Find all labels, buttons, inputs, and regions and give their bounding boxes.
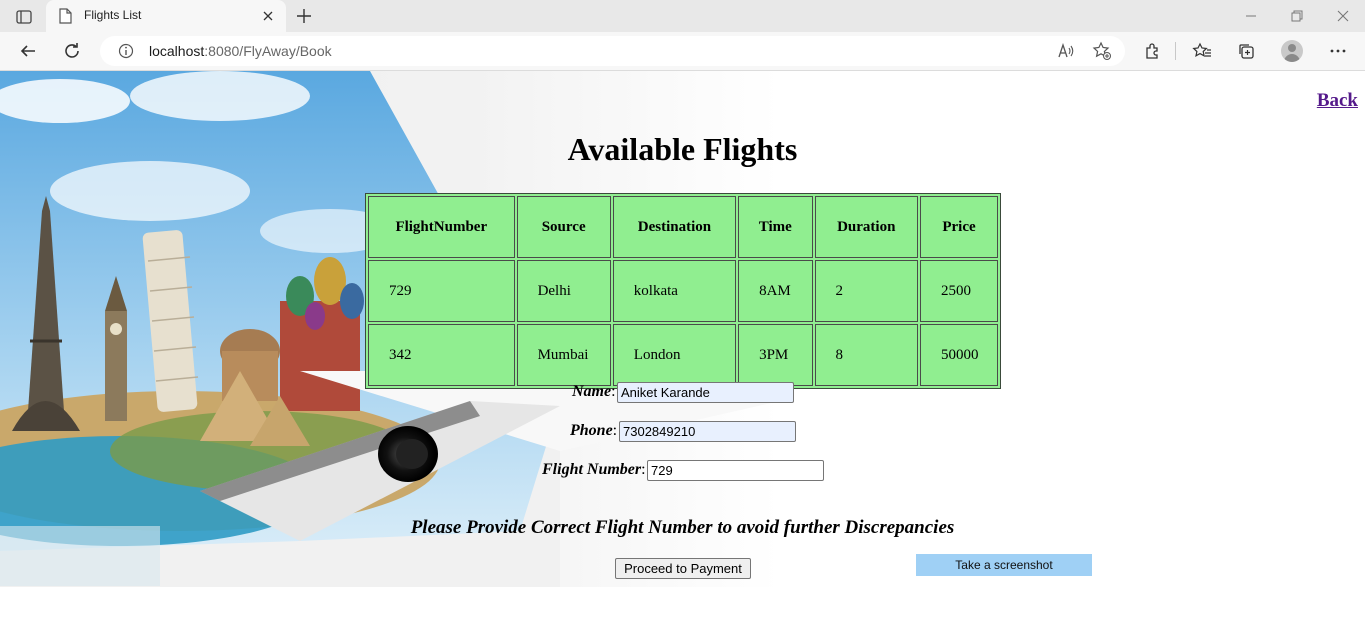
page-content: Back Available Flights FlightNumber Sour… [0,71,1365,639]
more-menu-icon[interactable] [1328,41,1348,61]
extensions-icon[interactable] [1143,41,1163,61]
column-header: FlightNumber [368,196,515,258]
table-cell: 8 [814,324,919,386]
table-cell: 8AM [738,260,813,322]
phone-input[interactable] [619,421,796,442]
column-header: Destination [612,196,737,258]
close-tab-icon[interactable] [260,8,276,24]
table-cell: Mumbai [516,324,611,386]
table-cell: 342 [368,324,515,386]
tab-actions-icon[interactable] [10,6,38,28]
table-cell: 2500 [920,260,998,322]
close-window-icon[interactable] [1335,8,1351,24]
toolbar-separator [1175,42,1176,60]
add-favorite-icon[interactable] [1092,41,1112,61]
table-cell: 2 [814,260,919,322]
collections-icon[interactable] [1236,41,1256,61]
profile-avatar[interactable] [1281,40,1303,62]
back-arrow-icon[interactable] [18,41,38,61]
flight-number-label: Flight Number: [542,461,646,478]
table-cell: 3PM [738,324,813,386]
url-text[interactable]: localhost:8080/FlyAway/Book [149,43,332,59]
browser-tab[interactable]: Flights List [46,0,286,32]
table-header-row: FlightNumber Source Destination Time Dur… [368,196,998,258]
table-cell: 50000 [920,324,998,386]
minimize-icon[interactable] [1243,8,1259,24]
page-title: Available Flights [567,131,798,167]
read-aloud-icon[interactable] [1056,41,1076,61]
browser-toolbar: localhost:8080/FlyAway/Book [0,32,1365,71]
table-cell: 729 [368,260,515,322]
name-input[interactable] [617,382,794,403]
discrepancy-note: Please Provide Correct Flight Number to … [410,517,955,538]
table-cell: London [612,324,737,386]
table-row: 342 Mumbai London 3PM 8 50000 [368,324,998,386]
flights-table: FlightNumber Source Destination Time Dur… [365,193,1001,389]
back-link[interactable]: Back [1317,90,1358,112]
phone-label: Phone: [570,422,618,439]
refresh-icon[interactable] [62,41,82,61]
column-header: Duration [814,196,919,258]
column-header: Time [738,196,813,258]
take-screenshot-button[interactable]: Take a screenshot [916,554,1092,576]
tab-title: Flights List [84,8,142,22]
site-info-icon[interactable] [118,43,134,64]
favorites-icon[interactable] [1192,41,1212,61]
flight-number-input[interactable] [647,460,824,481]
page-icon [58,8,72,29]
column-header: Source [516,196,611,258]
table-cell: Delhi [516,260,611,322]
browser-titlebar: Flights List [0,0,1365,32]
column-header: Price [920,196,998,258]
new-tab-icon[interactable] [294,6,316,26]
restore-icon[interactable] [1289,8,1305,24]
table-row: 729 Delhi kolkata 8AM 2 2500 [368,260,998,322]
proceed-to-payment-button[interactable]: Proceed to Payment [615,558,751,579]
name-label: Name: [572,383,616,400]
table-cell: kolkata [612,260,737,322]
address-bar[interactable]: localhost:8080/FlyAway/Book [100,36,1125,66]
